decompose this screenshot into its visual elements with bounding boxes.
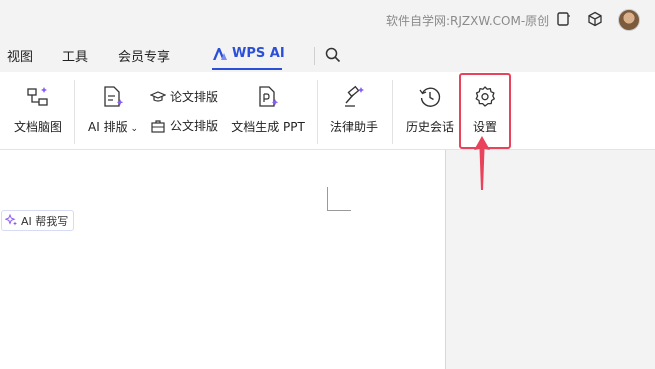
law-assistant-button[interactable]: 法律助手: [328, 72, 380, 150]
avatar[interactable]: [618, 9, 640, 31]
window-icon[interactable]: [554, 10, 572, 28]
watermark-text: 软件自学网:RJZXW.COM-原创: [386, 14, 550, 28]
ribbon-divider: [392, 80, 393, 144]
ai-write-label: AI 帮我写: [21, 214, 69, 228]
graduation-cap-icon: [150, 89, 166, 105]
wps-ai-logo-icon: [213, 47, 227, 60]
menu-divider: [314, 47, 315, 65]
document-page[interactable]: AI 帮我写: [0, 150, 446, 369]
ai-layout-icon: [100, 84, 126, 110]
mind-map-icon: [25, 84, 51, 110]
tab-member[interactable]: 会员专享: [118, 46, 170, 65]
tab-wps-ai[interactable]: WPS AI: [212, 46, 285, 61]
title-bar: 软件自学网:RJZXW.COM-原创: [0, 0, 655, 40]
arrow-up-icon: [474, 136, 490, 190]
gavel-icon: [341, 84, 367, 110]
ribbon-divider: [74, 80, 75, 144]
wps-ai-tab-label: WPS AI: [232, 46, 285, 61]
tab-view[interactable]: 视图: [7, 46, 33, 65]
paper-layout-button[interactable]: 论文排版: [150, 88, 218, 105]
history-label: 历史会话: [405, 120, 454, 134]
ai-layout-button[interactable]: AI 排版 ⌄: [86, 72, 140, 150]
history-icon: [417, 84, 443, 110]
ribbon: 文档脑图 AI 排版 ⌄ 论文排版 公文排版 文档生成 PPT 法律助手 历史会…: [0, 72, 655, 150]
page-margin-corner-mark: [327, 187, 351, 211]
official-layout-label: 公文排版: [170, 119, 219, 133]
generate-ppt-label: 文档生成 PPT: [231, 120, 305, 134]
chevron-down-icon: ⌄: [127, 124, 138, 134]
active-tab-indicator: [212, 68, 282, 70]
mind-map-button[interactable]: 文档脑图: [12, 72, 64, 150]
mind-map-label: 文档脑图: [13, 120, 62, 134]
ribbon-divider: [317, 80, 318, 144]
briefcase-icon: [150, 118, 166, 134]
ai-write-button[interactable]: AI 帮我写: [1, 210, 75, 231]
law-assistant-label: 法律助手: [329, 120, 378, 134]
cube-icon[interactable]: [586, 10, 604, 28]
paper-layout-label: 论文排版: [170, 90, 219, 104]
official-layout-button[interactable]: 公文排版: [150, 117, 218, 134]
search-icon[interactable]: [324, 46, 342, 64]
history-button[interactable]: 历史会话: [403, 72, 457, 150]
tab-tools[interactable]: 工具: [62, 46, 88, 65]
generate-ppt-icon: [255, 84, 281, 110]
menu-bar: 视图 工具 会员专享 WPS AI: [0, 40, 655, 72]
sparkle-icon: [5, 214, 17, 226]
generate-ppt-button[interactable]: 文档生成 PPT: [230, 72, 306, 150]
ai-layout-label: AI 排版 ⌄: [88, 120, 138, 134]
